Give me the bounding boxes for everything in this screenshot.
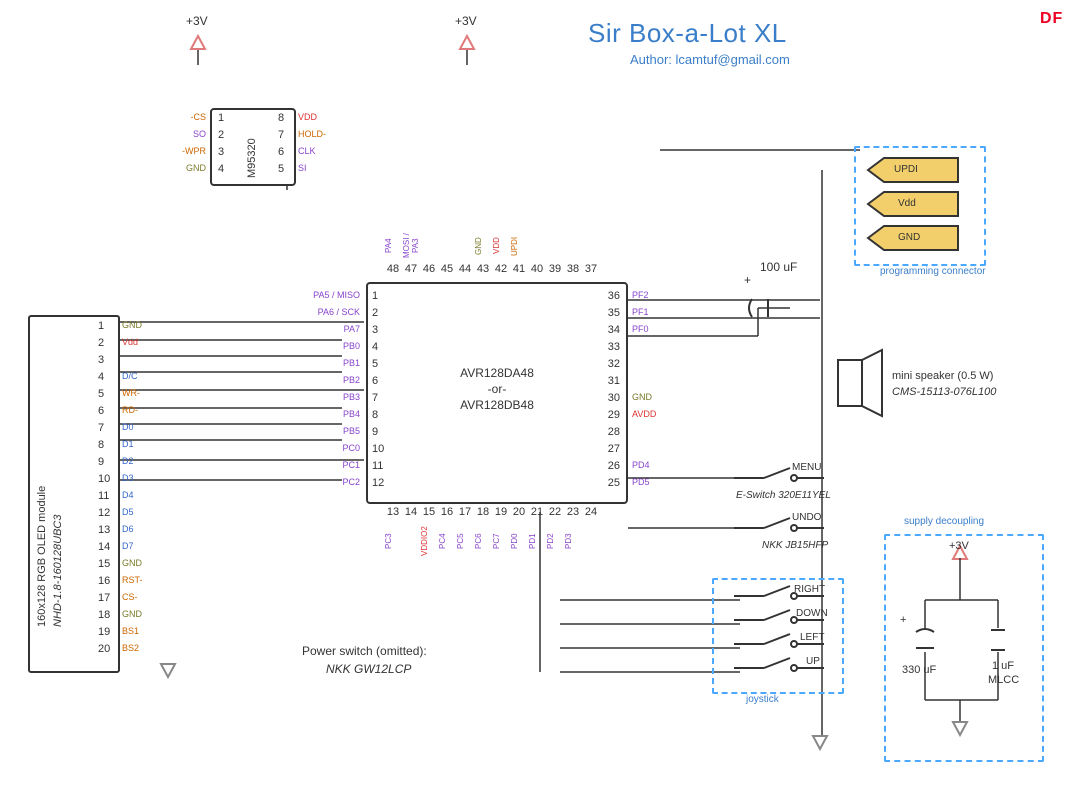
power-line1: Power switch (omitted):: [302, 644, 427, 658]
decoupling-box: [884, 534, 1044, 762]
joy-right: RIGHT: [794, 584, 825, 595]
btn-undo-label: UNDO: [792, 512, 821, 523]
oled-pin-nums: 1234567891011121314151617181920: [98, 320, 116, 660]
decoupling-3v: +3V: [949, 540, 969, 552]
btn-menu-part: E-Switch 320E11YEL: [736, 490, 831, 501]
prog-title: programming connector: [880, 266, 986, 277]
prog-box: [854, 146, 986, 266]
decoupling-c1: 330 uF: [902, 664, 936, 676]
btn-menu-label: MENU: [792, 462, 821, 473]
cap100-label: 100 uF: [760, 260, 797, 274]
mcu-right-nums: 363534333231302928272625: [600, 290, 620, 494]
mcu-top-labs: PA4MOSI / PA3GNDVDDUPDI: [384, 229, 600, 263]
speaker-line1: mini speaker (0.5 W): [892, 370, 993, 382]
oled-line2: NHD-1.8-160128UBC3: [52, 357, 64, 627]
prog-vdd: Vdd: [898, 198, 916, 209]
eeprom-left-labs: -CSSO-WPRGND: [176, 112, 206, 180]
oled-line1: 160x128 RGB OLED module: [36, 357, 48, 627]
eeprom-right-nums: 8765: [278, 112, 284, 180]
mcu-line1: AVR128DA48: [368, 366, 626, 380]
prog-updi: UPDI: [894, 164, 918, 175]
decoupling-title: supply decoupling: [904, 516, 984, 527]
mcu-bot-labs: PC3VDDIO2PC4PC5PC6PC7PD0PD1PD2PD3: [384, 524, 600, 558]
joystick-title: joystick: [746, 694, 779, 705]
rail-3v-left: +3V: [186, 14, 208, 28]
rail-3v-right: +3V: [455, 14, 477, 28]
mcu-left-nums: 123456789101112: [372, 290, 384, 494]
eeprom-right-labs: VDDHOLD-CLKSI: [298, 112, 326, 180]
mcu-ic: AVR128DA48 -or- AVR128DB48: [366, 282, 628, 504]
eeprom-left-nums: 1234: [218, 112, 224, 180]
oled-pin-labels: GNDVddD/CWR-RD-D0D1D2D3D4D5D6D7GNDRST-CS…: [122, 320, 162, 660]
mcu-bot-nums: 131415161718192021222324: [384, 506, 600, 518]
mcu-right-labs: PF2PF1PF0GNDAVDDPD4PD5: [632, 290, 672, 494]
joy-left: LEFT: [800, 632, 824, 643]
power-line2: NKK GW12LCP: [326, 662, 411, 676]
svg-text:+: +: [744, 273, 751, 287]
mcu-left-labs: PA5 / MISOPA6 / SCKPA7PB0PB1PB2PB3PB4PB5…: [300, 290, 360, 494]
decoupling-c2b: MLCC: [988, 674, 1019, 686]
joy-down: DOWN: [796, 608, 828, 619]
eeprom-part: M95320: [246, 116, 258, 178]
prog-gnd: GND: [898, 232, 920, 243]
mcu-top-nums: 484746454443424140393837: [384, 263, 600, 275]
mcu-line2: AVR128DB48: [368, 398, 626, 412]
btn-undo-part: NKK JB15HFP: [762, 540, 828, 551]
decoupling-c2a: 1 uF: [992, 660, 1014, 672]
speaker-line2: CMS-15113-076L100: [892, 386, 996, 398]
mcu-mid: -or-: [368, 382, 626, 396]
joy-up: UP: [806, 656, 820, 667]
